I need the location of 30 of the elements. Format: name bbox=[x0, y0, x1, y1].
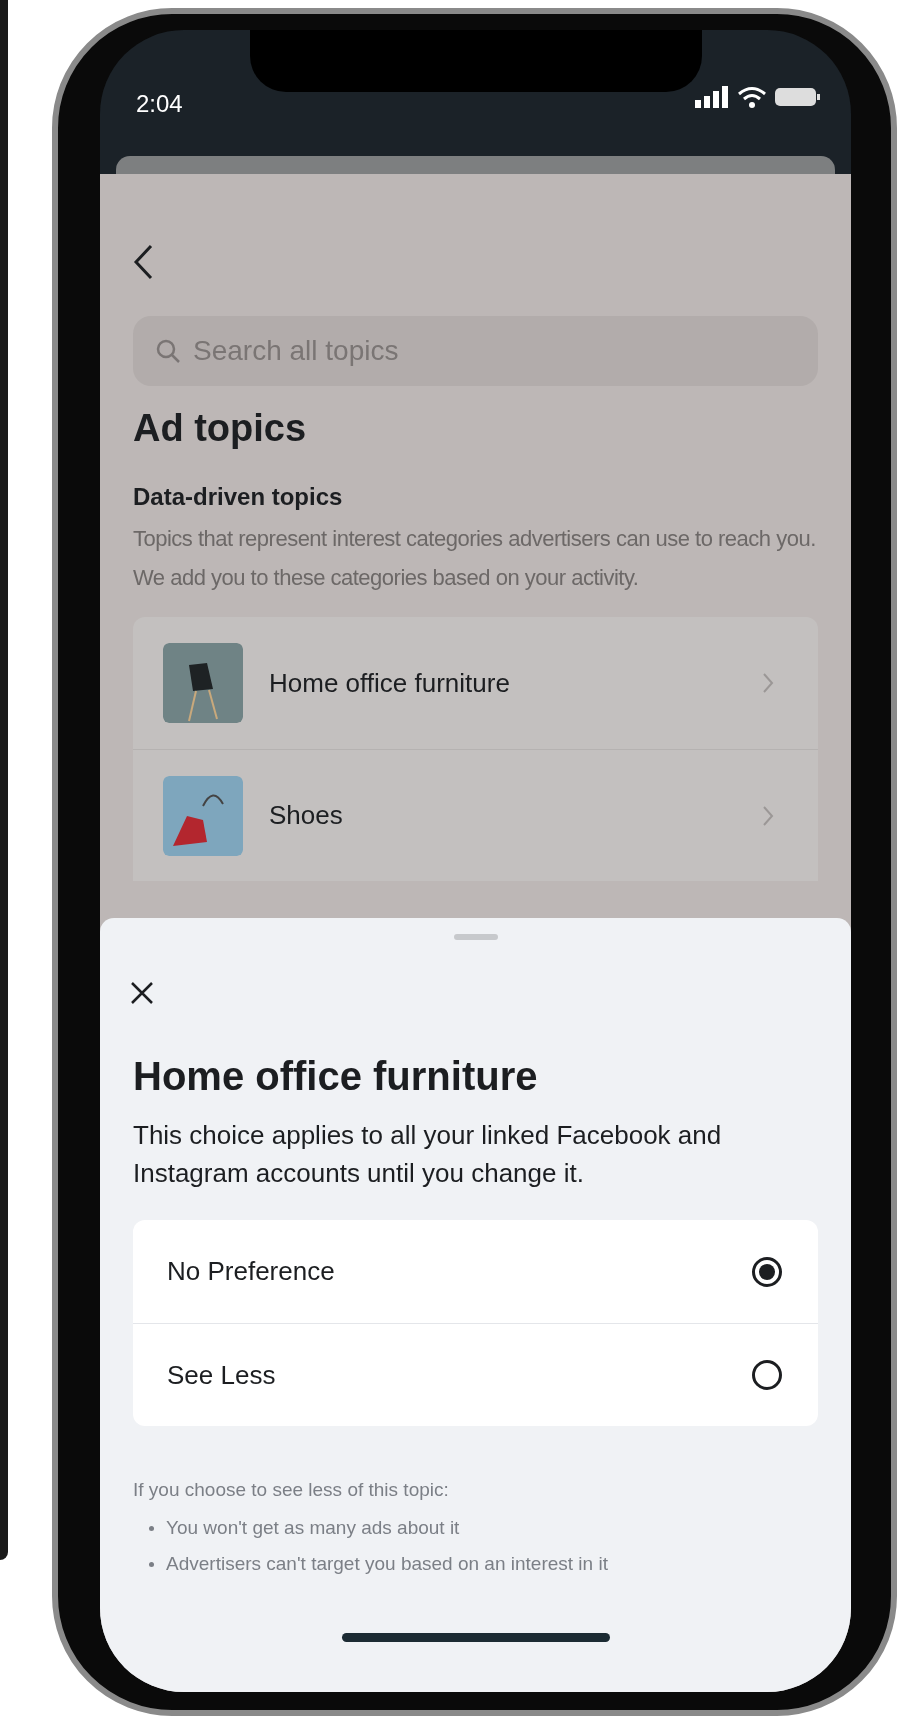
close-icon bbox=[129, 980, 155, 1006]
status-time: 2:04 bbox=[136, 89, 183, 119]
option-row[interactable]: No Preference bbox=[133, 1220, 818, 1323]
chevron-right-icon bbox=[762, 804, 774, 827]
sheet-description: This choice applies to all your linked Facebook and Instagram accounts until you change it. bbox=[133, 1119, 723, 1190]
bullet-icon bbox=[149, 1562, 154, 1567]
section-title: Data-driven topics bbox=[133, 482, 344, 512]
signal-icon bbox=[695, 86, 729, 108]
bullet-icon bbox=[149, 1526, 154, 1531]
topic-label: Home office furniture bbox=[269, 666, 511, 700]
wifi-icon bbox=[737, 86, 767, 108]
chevron-right-icon bbox=[762, 672, 774, 694]
search-field[interactable]: Search all topics bbox=[133, 316, 818, 386]
topic-row[interactable]: Home office furniture bbox=[133, 617, 818, 749]
sheet-handle[interactable] bbox=[453, 934, 498, 940]
option-label: See Less bbox=[167, 1358, 276, 1392]
topic-row[interactable]: Shoes bbox=[133, 749, 818, 881]
section-description: Topics that represent interest categories advertisers can use to reach you. We add you to these categories based on your activity. bbox=[133, 525, 817, 592]
page-title: Ad topics bbox=[133, 406, 308, 451]
option-label: No Preference bbox=[167, 1255, 335, 1288]
note-point: Advertisers can't target you based on an interest in it bbox=[166, 1552, 608, 1577]
back-chevron-icon bbox=[133, 244, 153, 280]
topic-label: Shoes bbox=[269, 799, 344, 832]
note-point: You won't get as many ads about it bbox=[166, 1516, 460, 1541]
battery-icon bbox=[775, 87, 821, 107]
note-intro: If you choose to see less of this topic: bbox=[133, 1478, 450, 1502]
sheet-title: Home office furniture bbox=[133, 1053, 539, 1100]
close-button[interactable] bbox=[129, 980, 155, 1006]
search-icon bbox=[155, 338, 181, 364]
option-row[interactable]: See Less bbox=[133, 1323, 818, 1426]
